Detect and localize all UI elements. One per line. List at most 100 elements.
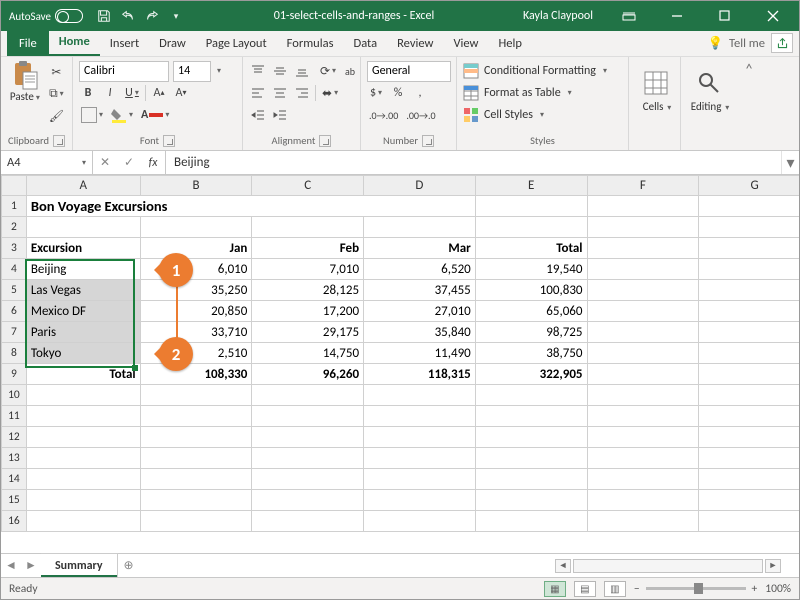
save-icon[interactable] <box>95 7 113 25</box>
cell[interactable]: 11,490 <box>364 343 476 364</box>
sheet-nav-prev-icon[interactable]: ◄ <box>1 558 21 573</box>
dialog-launcher-icon[interactable] <box>319 135 331 147</box>
cell[interactable]: 35,250 <box>140 280 252 301</box>
cell[interactable]: Excursion <box>26 238 140 259</box>
cell[interactable]: 28,125 <box>252 280 364 301</box>
redo-icon[interactable] <box>143 7 161 25</box>
cell[interactable]: Total <box>475 238 587 259</box>
align-right-icon[interactable] <box>293 83 311 103</box>
align-middle-icon[interactable] <box>271 61 289 81</box>
cell[interactable]: 19,540 <box>475 259 587 280</box>
collapse-ribbon-icon[interactable]: ˄ <box>739 57 759 150</box>
wrap-text-button[interactable]: ab <box>341 61 359 81</box>
page-break-view-icon[interactable]: ▥ <box>604 581 626 597</box>
cut-icon[interactable]: ✂ <box>47 62 66 82</box>
fill-color-button[interactable]: ▾ <box>109 105 135 125</box>
row-header[interactable]: 5 <box>2 280 27 301</box>
ribbon-options-icon[interactable] <box>607 1 651 31</box>
merge-center-button[interactable]: ⬌▾ <box>320 83 340 103</box>
underline-button[interactable]: U▾ <box>123 83 141 103</box>
row-header[interactable]: 12 <box>2 427 27 448</box>
cell[interactable]: 17,200 <box>252 301 364 322</box>
orientation-icon[interactable]: ⟳▾ <box>319 61 337 81</box>
user-name[interactable]: Kayla Claypool <box>523 9 603 23</box>
cell[interactable]: 118,315 <box>364 364 476 385</box>
expand-formula-bar-icon[interactable]: ▾ <box>781 151 799 174</box>
row-header[interactable]: 3 <box>2 238 27 259</box>
qat-dropdown-icon[interactable]: ▾ <box>167 7 185 25</box>
cell[interactable]: Las Vegas <box>26 280 140 301</box>
copy-icon[interactable]: ⧉▾ <box>47 84 66 104</box>
bold-button[interactable]: B <box>79 83 97 103</box>
decrease-indent-icon[interactable] <box>249 105 267 125</box>
tab-draw[interactable]: Draw <box>149 32 196 56</box>
formula-input[interactable]: Beijing <box>166 151 781 174</box>
sheet-nav-next-icon[interactable]: ► <box>21 558 41 573</box>
tab-page-layout[interactable]: Page Layout <box>196 32 277 56</box>
cell[interactable]: Beijing <box>26 259 140 280</box>
zoom-out-icon[interactable]: − <box>634 582 640 596</box>
paste-button[interactable]: Paste▾ <box>7 60 43 132</box>
fx-icon[interactable]: fx <box>141 156 165 170</box>
cell[interactable]: 108,330 <box>140 364 252 385</box>
format-painter-icon[interactable]: 🖌 <box>47 106 66 126</box>
cell[interactable]: 27,010 <box>364 301 476 322</box>
italic-button[interactable]: I <box>101 83 119 103</box>
hscroll-track[interactable] <box>573 559 763 573</box>
col-header[interactable]: G <box>699 176 799 196</box>
cell[interactable]: 65,060 <box>475 301 587 322</box>
new-sheet-icon[interactable]: ⊕ <box>118 558 140 573</box>
tab-data[interactable]: Data <box>344 32 388 56</box>
tab-home[interactable]: Home <box>49 30 100 56</box>
cell-styles-button[interactable]: Cell Styles▾ <box>463 104 622 126</box>
percent-format-icon[interactable]: % <box>389 83 407 103</box>
row-header[interactable]: 13 <box>2 448 27 469</box>
row-header[interactable]: 16 <box>2 511 27 532</box>
cell[interactable]: Paris <box>26 322 140 343</box>
number-format-combo[interactable] <box>367 61 451 82</box>
align-top-icon[interactable] <box>249 61 267 81</box>
col-header[interactable]: B <box>140 176 252 196</box>
row-header[interactable]: 8 <box>2 343 27 364</box>
tell-me[interactable]: Tell me <box>729 36 765 51</box>
cell[interactable]: Bon Voyage Excursions <box>26 196 363 217</box>
maximize-icon[interactable] <box>703 1 747 31</box>
font-name-combo[interactable] <box>79 61 169 82</box>
normal-view-icon[interactable]: ▦ <box>544 581 566 597</box>
decrease-font-icon[interactable]: A▾ <box>172 83 190 103</box>
dialog-launcher-icon[interactable] <box>422 135 434 147</box>
dialog-launcher-icon[interactable] <box>53 135 65 147</box>
cell[interactable]: 38,750 <box>475 343 587 364</box>
cell[interactable]: 20,850 <box>140 301 252 322</box>
zoom-slider[interactable]: − + <box>634 582 757 596</box>
close-icon[interactable] <box>751 1 795 31</box>
row-header[interactable]: 2 <box>2 217 27 238</box>
accounting-format-icon[interactable]: $▾ <box>367 83 385 103</box>
minimize-icon[interactable] <box>655 1 699 31</box>
tab-file[interactable]: File <box>7 31 49 56</box>
cell[interactable]: Tokyo <box>26 343 140 364</box>
row-header[interactable]: 15 <box>2 490 27 511</box>
share-button[interactable] <box>771 33 793 53</box>
editing-button[interactable]: Editing ▾ <box>688 70 732 113</box>
col-header[interactable]: E <box>475 176 587 196</box>
cell[interactable]: 29,175 <box>252 322 364 343</box>
cell[interactable]: Total <box>26 364 140 385</box>
hscroll-right-icon[interactable]: ► <box>765 559 781 573</box>
row-header[interactable]: 6 <box>2 301 27 322</box>
row-header[interactable]: 1 <box>2 196 27 217</box>
cell[interactable]: 6,520 <box>364 259 476 280</box>
cell[interactable]: 35,840 <box>364 322 476 343</box>
zoom-level[interactable]: 100% <box>765 582 791 596</box>
cell[interactable]: 33,710 <box>140 322 252 343</box>
dialog-launcher-icon[interactable] <box>163 135 175 147</box>
row-header[interactable]: 9 <box>2 364 27 385</box>
cell[interactable]: Mexico DF <box>26 301 140 322</box>
cell[interactable]: 14,750 <box>252 343 364 364</box>
name-box[interactable]: A4▾ <box>1 151 93 174</box>
tab-view[interactable]: View <box>443 32 488 56</box>
borders-button[interactable]: ▾ <box>79 105 105 125</box>
format-as-table-button[interactable]: Format as Table▾ <box>463 82 622 104</box>
align-bottom-icon[interactable] <box>293 61 311 81</box>
enter-icon[interactable]: ✓ <box>117 155 141 170</box>
